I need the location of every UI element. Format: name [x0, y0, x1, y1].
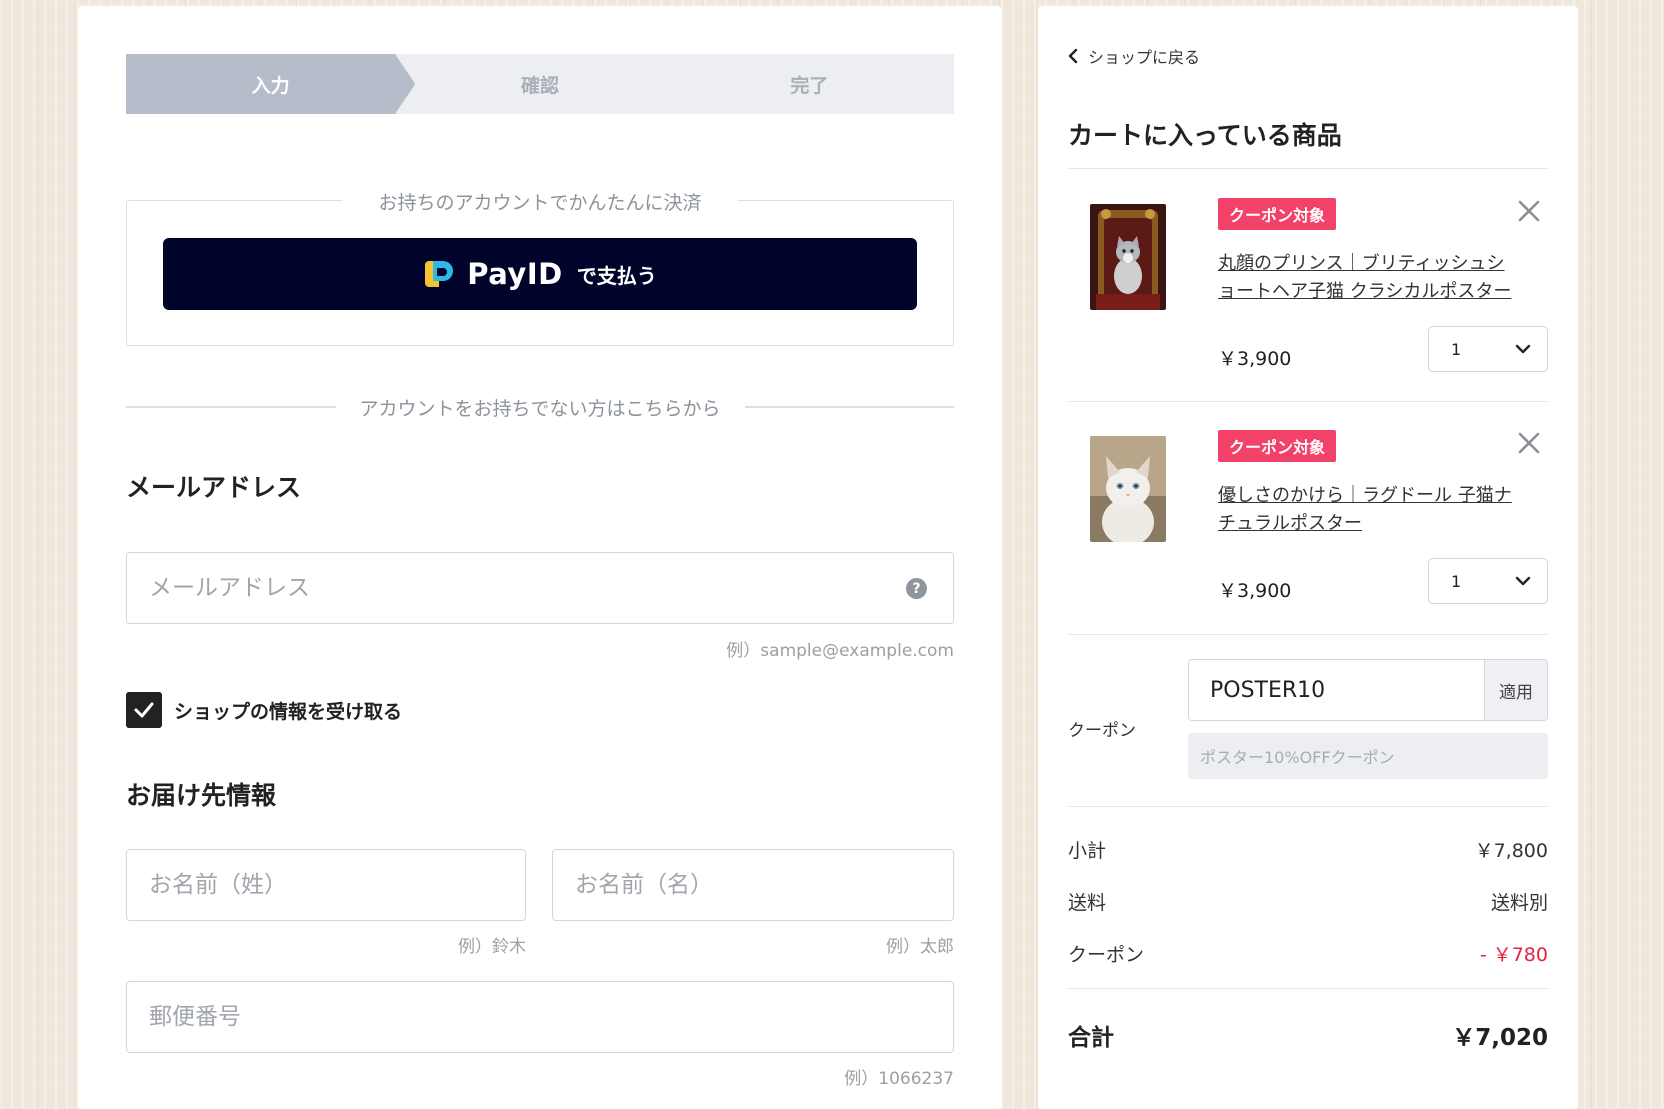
email-example: 例）sample@example.com [726, 641, 954, 661]
quantity-select[interactable]: 1 [1428, 326, 1548, 372]
subtotal-row: 小計 ￥7,800 [1068, 836, 1548, 863]
coupon-description: ポスター10%OFFクーポン [1188, 733, 1548, 779]
divider-line-left [126, 406, 336, 408]
express-checkout-legend: お持ちのアカウントでかんたんに決済 [342, 188, 738, 215]
newsletter-checkbox-row[interactable]: ショップの情報を受け取る [126, 692, 402, 728]
subtotal-value: ￥7,800 [1474, 840, 1548, 862]
first-name-field[interactable] [552, 849, 954, 921]
total-label: 合計 [1068, 1025, 1114, 1051]
coupon-field[interactable]: 適用 [1188, 659, 1548, 721]
apply-coupon-button[interactable]: 適用 [1484, 660, 1547, 720]
step-input: 入力 [126, 54, 416, 114]
product-thumbnail[interactable] [1090, 204, 1166, 310]
white-fluffy-kitten-image [1090, 436, 1166, 542]
cart-item: クーポン対象 優しさのかけら｜ラグドール 子猫ナチュラルポスター ￥3,900 … [1068, 406, 1548, 616]
checkout-form-panel: 入力 確認 完了 お持ちのアカウントでかんたんに決済 PayID で支払う アカ… [78, 6, 1002, 1109]
postal-code-input[interactable] [149, 1004, 953, 1030]
shipping-row: 送料 送料別 [1068, 888, 1548, 915]
cart-divider-item [1068, 401, 1548, 402]
back-to-shop-link[interactable]: ショップに戻る [1068, 44, 1200, 68]
step-complete: 完了 [664, 54, 954, 114]
last-name-field[interactable] [126, 849, 526, 921]
shipping-label: 送料 [1068, 892, 1107, 914]
step-confirm-label: 確認 [520, 74, 559, 97]
quantity-value: 1 [1451, 339, 1462, 359]
last-name-example: 例）鈴木 [458, 937, 526, 957]
total-value: ￥7,020 [1452, 1025, 1548, 1051]
quantity-value: 1 [1451, 571, 1462, 591]
total-row: 合計 ￥7,020 [1068, 1018, 1548, 1052]
close-icon[interactable] [1514, 196, 1544, 226]
last-name-input[interactable] [149, 872, 525, 898]
cart-divider-summary [1068, 806, 1548, 807]
guest-divider: アカウントをお持ちでない方はこちらから [126, 393, 955, 421]
shipping-value: 送料別 [1490, 892, 1548, 914]
coupon-label: クーポン [1068, 721, 1136, 741]
newsletter-label: ショップの情報を受け取る [174, 700, 403, 723]
postal-code-example: 例）1066237 [844, 1069, 954, 1089]
close-icon[interactable] [1514, 428, 1544, 458]
checkout-steps: 入力 確認 完了 [126, 54, 954, 114]
payid-brand-text: PayID [467, 257, 563, 291]
first-name-input[interactable] [575, 872, 953, 898]
coupon-eligible-badge: クーポン対象 [1218, 198, 1337, 230]
product-price: ￥3,900 [1218, 580, 1292, 602]
cart-panel: ショップに戻る カートに入っている商品 クーポン対象 丸顔のプリンス｜ブリティッ… [1038, 6, 1578, 1109]
coupon-discount-label: クーポン [1068, 944, 1145, 966]
express-checkout-box: お持ちのアカウントでかんたんに決済 PayID で支払う [126, 188, 954, 346]
cart-item: クーポン対象 丸顔のプリンス｜ブリティッシュショートヘア子猫 クラシカルポスター… [1068, 174, 1548, 384]
chevron-left-icon [1068, 48, 1078, 64]
product-price: ￥3,900 [1218, 348, 1292, 370]
step-complete-label: 完了 [790, 74, 829, 97]
product-thumbnail[interactable] [1090, 436, 1166, 542]
product-name-link[interactable]: 丸顔のプリンス｜ブリティッシュショートヘア子猫 クラシカルポスター [1218, 250, 1518, 306]
coupon-input[interactable] [1189, 660, 1484, 720]
email-input[interactable] [149, 575, 953, 601]
divider-line-right [744, 406, 955, 408]
cat-on-throne-image [1090, 204, 1166, 310]
chevron-down-icon [1515, 344, 1531, 354]
cart-divider-coupon [1068, 634, 1548, 635]
step-confirm: 確認 [395, 54, 685, 114]
coupon-eligible-badge: クーポン対象 [1218, 430, 1337, 462]
payid-logo-icon [425, 261, 454, 287]
first-name-example: 例）太郎 [886, 937, 954, 957]
chevron-down-icon [1515, 576, 1531, 586]
cart-title: カートに入っている商品 [1068, 121, 1342, 150]
cart-divider-total [1068, 988, 1548, 989]
guest-divider-text: アカウントをお持ちでない方はこちらから [359, 397, 721, 420]
coupon-discount-value: - ￥780 [1479, 944, 1548, 966]
checkmark-icon [134, 702, 154, 718]
coupon-discount-row: クーポン - ￥780 [1068, 940, 1548, 967]
payid-suffix-text: で支払う [576, 263, 657, 288]
cart-divider-top [1068, 168, 1548, 169]
product-name-link[interactable]: 優しさのかけら｜ラグドール 子猫ナチュラルポスター [1218, 482, 1518, 538]
subtotal-label: 小計 [1068, 840, 1107, 862]
help-icon[interactable]: ? [906, 578, 927, 599]
shipping-section-title: お届け先情報 [126, 781, 277, 810]
quantity-select[interactable]: 1 [1428, 558, 1548, 604]
step-input-label: 入力 [251, 74, 290, 97]
newsletter-checkbox[interactable] [126, 692, 162, 728]
email-field[interactable]: ? [126, 552, 954, 624]
payid-button[interactable]: PayID で支払う [163, 238, 917, 310]
postal-code-field[interactable] [126, 981, 954, 1053]
email-section-title: メールアドレス [126, 473, 302, 502]
back-to-shop-label: ショップに戻る [1088, 48, 1201, 67]
